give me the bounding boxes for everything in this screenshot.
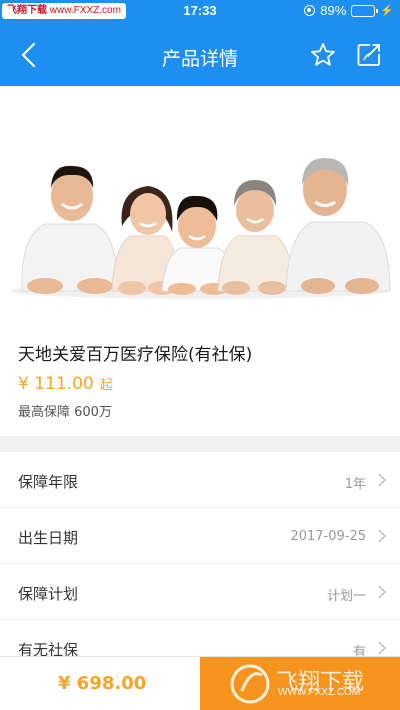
product-name: 天地关爱百万医疗保险(有社保) — [18, 345, 253, 365]
battery-percent: 89% — [320, 3, 347, 18]
option-value: 计划一 — [326, 589, 366, 604]
option-row-birthdate[interactable]: 出生日期 2017-09-25 — [0, 508, 400, 564]
bottom-bar: ¥ 698.00 飞翔下载 WWW.FXXZ.COM — [0, 656, 400, 710]
option-label: 出生日期 — [18, 529, 79, 547]
total-price: ¥ 698.00 — [58, 673, 147, 694]
favorite-star-icon[interactable] — [309, 41, 337, 69]
top-bar: 飞翔下载 www.FXXZ.com 17:33 89% ⚡ 产品详情 — [0, 0, 400, 86]
option-value: 2017-09-25 — [290, 529, 366, 544]
nav-bar: 产品详情 — [0, 30, 400, 82]
watermark-logo-icon: 飞翔下载 — [230, 664, 364, 704]
watermark-site: WWW.FXXZ.COM — [278, 687, 361, 698]
price-value: ¥ 111.00 — [18, 374, 94, 394]
section-divider — [0, 436, 400, 452]
option-label: 保障年限 — [18, 473, 79, 491]
status-bar: 飞翔下载 www.FXXZ.com 17:33 89% ⚡ — [0, 0, 400, 24]
max-coverage: 最高保障 600万 — [18, 405, 112, 420]
option-value: 1年 — [344, 477, 366, 492]
share-icon[interactable] — [356, 42, 382, 68]
chevron-right-icon — [378, 529, 387, 543]
option-label: 保障计划 — [18, 585, 79, 603]
buy-button[interactable]: 飞翔下载 WWW.FXXZ.COM — [200, 657, 400, 710]
chevron-right-icon — [378, 641, 387, 655]
status-right: 89% ⚡ — [304, 3, 394, 18]
page-title: 产品详情 — [161, 48, 238, 70]
chevron-right-icon — [378, 585, 387, 599]
rotation-lock-icon — [304, 5, 316, 16]
option-row-plan[interactable]: 保障计划 计划一 — [0, 564, 400, 620]
battery-icon — [351, 4, 379, 17]
product-image — [0, 86, 400, 308]
option-row-term[interactable]: 保障年限 1年 — [0, 452, 400, 508]
product-price: ¥ 111.00 起 — [18, 374, 113, 394]
family-photo-illustration — [10, 158, 391, 299]
product-info: 天地关爱百万医疗保险(有社保) ¥ 111.00 起 最高保障 600万 — [0, 308, 400, 436]
chevron-right-icon — [378, 473, 387, 487]
option-list: 保障年限 1年 出生日期 2017-09-25 保障计划 计划一 有无社保 有 — [0, 452, 400, 676]
price-suffix: 起 — [99, 378, 113, 393]
charging-icon: ⚡ — [380, 5, 394, 17]
